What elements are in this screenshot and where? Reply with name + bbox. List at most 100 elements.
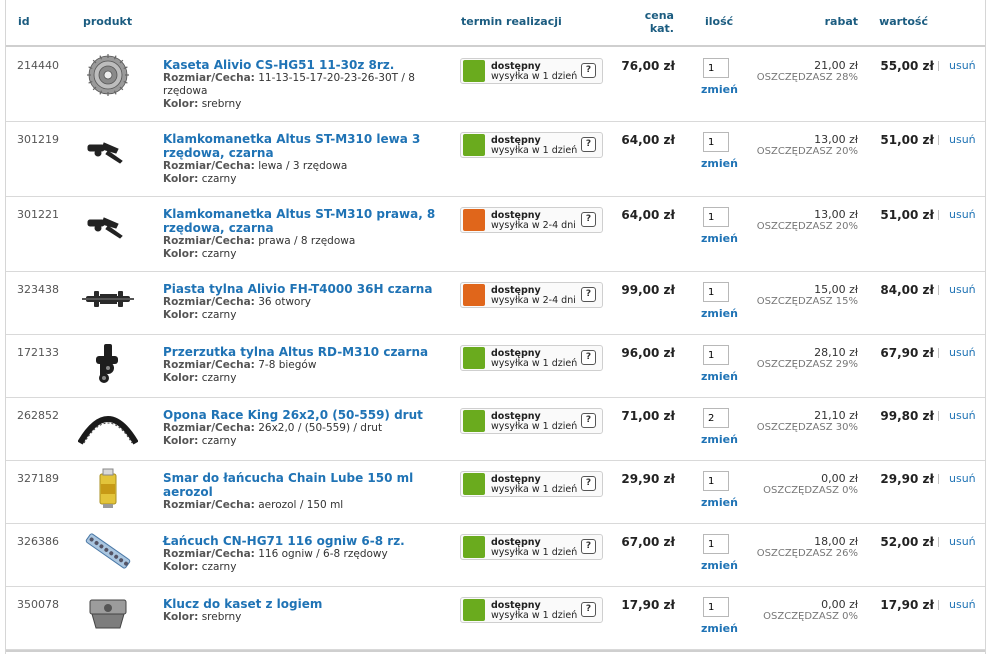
product-size: Rozmiar/Cecha: 7-8 biegów [163,359,448,372]
availability-box: dostępny wysyłka w 1 dzień ? [460,471,603,497]
help-icon[interactable]: ? [581,287,596,302]
product-image[interactable] [77,403,139,447]
table-row: 214440 Kaseta Alivio CS-HG51 11-30z 8rz.… [6,47,985,122]
update-quantity-link[interactable]: zmień [701,496,738,509]
product-name-link[interactable]: Klamkomanetka Altus ST-M310 lewa 3 rzędo… [163,132,448,160]
discount-amount: 15,00 zł [814,283,858,296]
product-color: Kolor: czarny [163,372,448,385]
product-info: Opona Race King 26x2,0 (50-559) drut Roz… [163,408,448,448]
product-image[interactable] [78,127,138,171]
update-quantity-link[interactable]: zmień [701,157,738,170]
help-icon[interactable]: ? [581,413,596,428]
remove-item-link[interactable]: usuń [949,208,976,221]
product-info: Łańcuch CN-HG71 116 ogniw 6-8 rz. Rozmia… [163,534,448,574]
product-image[interactable] [78,529,138,573]
availability-status-icon [463,347,485,369]
help-icon[interactable]: ? [581,63,596,78]
product-id: 301219 [17,133,59,146]
product-id: 214440 [17,59,59,72]
product-size: Rozmiar/Cecha: 11-13-15-17-20-23-26-30T … [163,72,448,98]
discount-amount: 21,10 zł [814,409,858,422]
availability-status-icon [463,410,485,432]
product-name-link[interactable]: Smar do łańcucha Chain Lube 150 ml aeroz… [163,471,448,499]
product-name-link[interactable]: Przerzutka tylna Altus RD-M310 czarna [163,345,448,359]
color-label: Kolor: [163,561,199,573]
help-icon[interactable]: ? [581,602,596,617]
product-image[interactable] [78,53,138,97]
header-product: produkt [83,15,133,28]
divider [938,285,939,295]
help-icon[interactable]: ? [581,539,596,554]
remove-item-link[interactable]: usuń [949,133,976,146]
product-image[interactable] [78,466,138,510]
remove-item-link[interactable]: usuń [949,346,976,359]
remove-item-link[interactable]: usuń [949,535,976,548]
lube-can-icon [99,468,117,508]
shipping-time: wysyłka w 1 dzień [491,484,578,495]
divider [938,135,939,145]
availability-status-icon [463,209,485,231]
color-value: czarny [201,372,237,384]
product-info: Smar do łańcucha Chain Lube 150 ml aeroz… [163,471,448,512]
help-icon[interactable]: ? [581,137,596,152]
color-value: srebrny [201,98,242,110]
line-total: 84,00 zł [880,283,934,297]
availability-status-icon [463,284,485,306]
catalog-price: 71,00 zł [621,409,675,423]
availability-status-icon [463,60,485,82]
table-row: 323438 Piasta tylna Alivio FH-T4000 36H … [6,271,985,335]
update-quantity-link[interactable]: zmień [701,433,738,446]
product-image[interactable] [78,277,138,321]
product-name-link[interactable]: Kaseta Alivio CS-HG51 11-30z 8rz. [163,58,448,72]
remove-item-link[interactable]: usuń [949,283,976,296]
chain-icon [85,533,131,569]
remove-item-link[interactable]: usuń [949,59,976,72]
catalog-price: 64,00 zł [621,208,675,222]
remove-item-link[interactable]: usuń [949,409,976,422]
update-quantity-link[interactable]: zmień [701,370,738,383]
size-label: Rozmiar/Cecha: [163,72,255,84]
update-quantity-link[interactable]: zmień [701,307,738,320]
table-row: 301219 Klamkomanetka Altus ST-M310 lewa … [6,121,985,197]
product-name-link[interactable]: Klucz do kaset z logiem [163,597,448,611]
discount-amount: 13,00 zł [814,133,858,146]
color-value: czarny [201,173,237,185]
size-label: Rozmiar/Cecha: [163,422,255,434]
product-image[interactable] [78,592,138,636]
product-color: Kolor: czarny [163,561,448,574]
remove-item-link[interactable]: usuń [949,598,976,611]
product-image[interactable] [78,340,138,384]
savings-percent: OSZCZĘDZASZ 0% [763,611,858,622]
availability-status-icon [463,536,485,558]
product-name-link[interactable]: Łańcuch CN-HG71 116 ogniw 6-8 rz. [163,534,448,548]
product-color: Kolor: czarny [163,248,448,261]
cart-table: id produkt termin realizacji cena kat. i… [5,0,986,654]
product-name-link[interactable]: Klamkomanetka Altus ST-M310 prawa, 8 rzę… [163,207,448,235]
product-info: Klamkomanetka Altus ST-M310 lewa 3 rzędo… [163,132,448,186]
color-label: Kolor: [163,372,199,384]
catalog-price: 99,00 zł [621,283,675,297]
discount-amount: 21,00 zł [814,59,858,72]
header-value: wartość [879,15,928,28]
shipping-time: wysyłka w 1 dzień [491,610,578,621]
cart-header: id produkt termin realizacji cena kat. i… [6,0,985,47]
product-name-link[interactable]: Piasta tylna Alivio FH-T4000 36H czarna [163,282,448,296]
update-quantity-link[interactable]: zmień [701,232,738,245]
update-quantity-link[interactable]: zmień [701,559,738,572]
derailleur-icon [96,344,118,383]
product-name-link[interactable]: Opona Race King 26x2,0 (50-559) drut [163,408,448,422]
update-quantity-link[interactable]: zmień [701,622,738,635]
savings-percent: OSZCZĘDZASZ 29% [756,359,858,370]
shipping-time: wysyłka w 1 dzień [491,358,578,369]
line-total: 52,00 zł [880,535,934,549]
line-total: 99,80 zł [880,409,934,423]
help-icon[interactable]: ? [581,212,596,227]
help-icon[interactable]: ? [581,350,596,365]
remove-item-link[interactable]: usuń [949,472,976,485]
size-label: Rozmiar/Cecha: [163,235,255,247]
availability-box: dostępny wysyłka w 1 dzień ? [460,132,603,158]
update-quantity-link[interactable]: zmień [701,83,738,96]
product-image[interactable] [78,202,138,246]
line-total: 51,00 zł [880,208,934,222]
help-icon[interactable]: ? [581,476,596,491]
